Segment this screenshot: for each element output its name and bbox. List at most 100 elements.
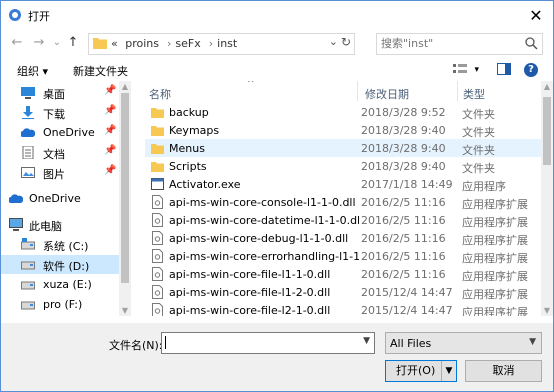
scrollbar-thumb[interactable]	[121, 93, 129, 283]
sidebar-scrollbar[interactable]: ▲ ▼	[119, 81, 131, 316]
sidebar-item-documents[interactable]: 文档 📌	[1, 143, 119, 162]
search-icon[interactable]	[524, 36, 538, 50]
scroll-down-icon[interactable]: ▼	[542, 306, 552, 315]
close-icon[interactable]: ✕	[529, 6, 543, 25]
filename-field[interactable]: ▼	[161, 332, 375, 354]
pin-icon[interactable]: 📌	[104, 165, 116, 176]
breadcrumb-separator[interactable]: ›	[209, 37, 213, 50]
file-row[interactable]: api-ms-win-core-datetime-l1-1-0.dll 2016/…	[145, 211, 541, 229]
breadcrumb-item[interactable]: inst	[217, 37, 237, 50]
dll-file-icon	[152, 249, 163, 263]
breadcrumb-prefix[interactable]: «	[111, 37, 118, 50]
column-date[interactable]: 修改日期	[365, 86, 409, 102]
file-name: api-ms-win-core-file-l1-2-0.dll	[169, 286, 331, 299]
sidebar-item-label: 此电脑	[29, 220, 62, 233]
address-dropdown-icon[interactable]: ⌄	[329, 35, 338, 48]
file-row[interactable]: api-ms-win-core-errorhandling-l1-1-... 20…	[145, 247, 541, 265]
file-row[interactable]: Activator.exe 2017/1/18 14:49 应用程序	[145, 175, 541, 193]
scroll-up-icon[interactable]: ▲	[120, 82, 130, 91]
sidebar-item-drive-f[interactable]: pro (F:)	[1, 295, 119, 314]
sidebar-item-downloads[interactable]: 下载 📌	[1, 103, 119, 122]
file-list-scrollbar[interactable]: ▲ ▼	[541, 81, 553, 316]
text-caret	[165, 336, 166, 349]
pin-icon[interactable]: 📌	[104, 85, 116, 96]
dll-file-icon	[152, 213, 163, 227]
sidebar-item-drive-e[interactable]: xuza (E:)	[1, 275, 119, 294]
organize-button[interactable]: 组织 ▾	[17, 63, 48, 79]
chevron-down-icon[interactable]: ▼	[529, 337, 536, 347]
file-date: 2016/2/5 11:16	[361, 196, 446, 209]
sidebar-item-label: OneDrive	[29, 192, 81, 205]
file-type: 应用程序扩展	[462, 252, 528, 265]
drive-icon	[21, 238, 35, 250]
new-folder-button[interactable]: 新建文件夹	[73, 63, 128, 79]
address-bar[interactable]: « proins › seFx › inst ⌄ ↻	[88, 33, 355, 55]
sidebar-item-label: 系统 (C:)	[43, 240, 89, 253]
pin-icon[interactable]: 📌	[104, 145, 116, 156]
column-type[interactable]: 类型	[463, 86, 485, 102]
sidebar-item-drive-d[interactable]: 软件 (D:)	[1, 255, 119, 274]
search-box[interactable]	[376, 33, 543, 55]
column-divider[interactable]	[357, 81, 358, 101]
sidebar-item-label: 桌面	[43, 88, 65, 101]
view-controls: ▾ ?	[453, 62, 539, 77]
onedrive-icon	[9, 194, 23, 203]
search-input[interactable]	[381, 34, 521, 52]
file-date: 2017/1/18 14:49	[361, 178, 453, 191]
sidebar-item-this-pc[interactable]: 此电脑	[1, 215, 119, 234]
file-date: 2018/3/28 9:40	[361, 142, 446, 155]
file-date: 2015/12/4 14:47	[361, 304, 453, 316]
file-name: Menus	[169, 142, 205, 155]
up-arrow-icon[interactable]: ↑	[65, 35, 81, 51]
file-row[interactable]: Scripts 2018/3/28 9:40 文件夹	[145, 157, 541, 175]
pin-icon[interactable]: 📌	[104, 125, 116, 136]
sidebar-item-drive-c[interactable]: 系统 (C:)	[1, 235, 119, 254]
breadcrumb-item[interactable]: proins	[125, 37, 159, 50]
file-row[interactable]: backup 2018/3/28 9:52 文件夹	[145, 103, 541, 121]
open-button[interactable]: 打开(O) ▼	[385, 360, 457, 382]
drive-icon	[21, 301, 35, 310]
dll-file-icon	[152, 267, 163, 281]
view-options-icon[interactable]	[453, 63, 467, 75]
recent-locations-icon[interactable]: ⌄	[49, 35, 65, 51]
open-split-dropdown-icon[interactable]: ▼	[441, 361, 456, 381]
preview-pane-icon[interactable]	[496, 63, 511, 75]
file-name: Scripts	[169, 160, 207, 173]
file-type: 应用程序扩展	[462, 306, 528, 316]
file-row[interactable]: api-ms-win-core-file-l1-2-0.dll 2015/12/4…	[145, 283, 541, 301]
file-row[interactable]: api-ms-win-core-debug-l1-1-0.dll 2016/2/5…	[145, 229, 541, 247]
view-dropdown-icon[interactable]: ▾	[475, 65, 480, 75]
back-arrow-icon[interactable]: ←	[9, 35, 25, 51]
filename-dropdown-icon[interactable]: ▼	[363, 336, 370, 346]
help-icon[interactable]: ?	[524, 63, 539, 77]
file-name: api-ms-win-core-file-l2-1-0.dll	[169, 304, 331, 316]
file-row[interactable]: api-ms-win-core-file-l2-1-0.dll 2015/12/4…	[145, 301, 541, 316]
refresh-icon[interactable]: ↻	[341, 35, 351, 49]
column-name[interactable]: 名称	[149, 86, 171, 102]
breadcrumb-separator[interactable]: ›	[167, 37, 171, 50]
breadcrumb-item[interactable]: seFx	[175, 37, 200, 50]
scroll-down-icon[interactable]: ▼	[120, 306, 130, 315]
file-type: 文件夹	[462, 126, 495, 139]
drive-icon	[21, 261, 35, 270]
file-type: 文件夹	[462, 144, 495, 157]
file-row[interactable]: Keymaps 2018/3/28 9:40 文件夹	[145, 121, 541, 139]
file-row[interactable]: api-ms-win-core-file-l1-1-0.dll 2016/2/5 …	[145, 265, 541, 283]
sidebar-item-onedrive-pinned[interactable]: OneDrive 📌	[1, 123, 119, 142]
file-type-select[interactable]: All Files ▼	[385, 332, 542, 354]
file-type: 应用程序扩展	[462, 234, 528, 247]
file-row[interactable]: Menus 2018/3/28 9:40 文件夹	[145, 139, 541, 157]
file-type: 应用程序扩展	[462, 288, 528, 301]
title-bar: 打开 ✕	[1, 1, 553, 29]
forward-arrow-icon[interactable]: →	[31, 35, 47, 51]
scroll-up-icon[interactable]: ▲	[542, 82, 552, 91]
column-divider[interactable]	[457, 81, 458, 101]
cancel-button[interactable]: 取消	[465, 360, 542, 382]
sidebar-item-pictures[interactable]: 图片 📌	[1, 163, 119, 182]
sidebar-item-label: 软件 (D:)	[43, 260, 90, 273]
scrollbar-thumb[interactable]	[543, 97, 551, 165]
pin-icon[interactable]: 📌	[104, 105, 116, 116]
file-row[interactable]: api-ms-win-core-console-l1-1-0.dll 2016/2…	[145, 193, 541, 211]
sidebar-item-onedrive[interactable]: OneDrive	[1, 189, 119, 208]
sidebar-item-desktop[interactable]: 桌面 📌	[1, 83, 119, 102]
